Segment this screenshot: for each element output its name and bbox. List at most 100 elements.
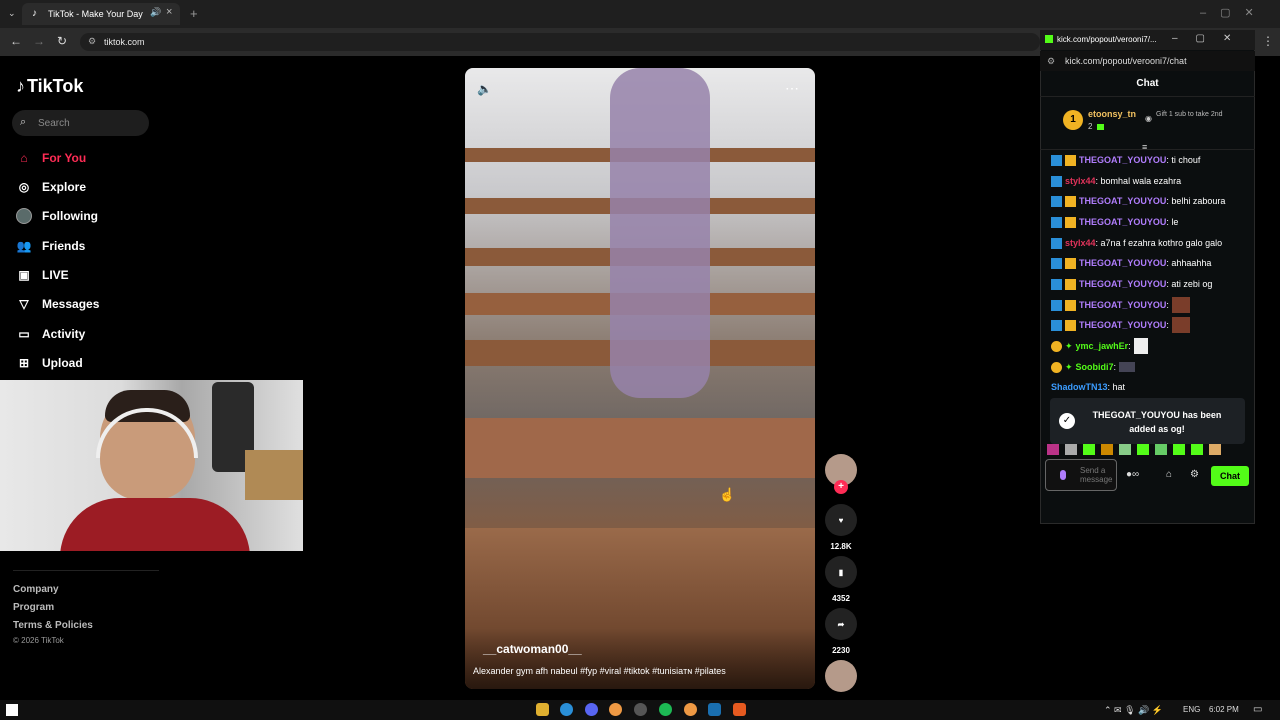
footer-company-link[interactable]: Company — [13, 584, 59, 595]
video-username[interactable]: __catwoman00__ — [483, 642, 582, 656]
store-icon[interactable]: ⌂ — [1166, 469, 1172, 480]
new-tab-button[interactable]: + — [190, 6, 198, 21]
chat-username[interactable]: ShadowTN13 — [1051, 382, 1108, 392]
nav-for-you[interactable]: ⌂ For You — [14, 147, 134, 169]
spotify-icon[interactable] — [659, 703, 672, 716]
emote-icon[interactable] — [1191, 444, 1203, 455]
windows-start-icon[interactable] — [6, 704, 18, 716]
follow-plus-icon[interactable]: + — [834, 480, 848, 494]
tab-list-chevron-icon[interactable]: ⌄ — [8, 8, 16, 19]
chat-username[interactable]: Soobidi7 — [1076, 362, 1114, 372]
emote-icon[interactable] — [1155, 444, 1167, 455]
obs-icon[interactable] — [634, 703, 647, 716]
crown-icon — [1065, 299, 1076, 311]
browser-menu-icon[interactable]: ⋮ — [1262, 34, 1274, 48]
emote-picker-icon[interactable]: ●∞ — [1126, 469, 1139, 480]
chrome-active-icon[interactable] — [684, 703, 697, 716]
share-icon[interactable]: ➦ — [825, 608, 857, 640]
app-icon[interactable] — [733, 703, 746, 716]
mic-icon[interactable] — [1060, 470, 1066, 480]
forward-button[interactable]: → — [33, 34, 45, 48]
webcam-overlay — [0, 380, 303, 551]
app-icon[interactable] — [708, 703, 721, 716]
reload-button[interactable]: ↻ — [57, 34, 67, 48]
tray-icons[interactable]: ⌃ ✉ 🎙 🔊 ⚡ — [1104, 705, 1163, 716]
edge-icon[interactable] — [560, 703, 573, 716]
video-sound-icon[interactable]: 🔈 — [477, 82, 492, 96]
address-bar[interactable]: ⚙ tiktok.com — [80, 33, 1040, 51]
nav-friends[interactable]: 👥 Friends — [14, 235, 134, 257]
chat-username[interactable]: THEGOAT_YOUYOU — [1079, 196, 1166, 206]
nav-explore[interactable]: ◎ Explore — [14, 176, 134, 198]
search-input[interactable]: ⌕ Search — [12, 110, 149, 136]
emote-icon[interactable] — [1065, 444, 1077, 455]
nav-following[interactable]: Following — [14, 205, 134, 227]
like-action[interactable]: ♥ 12.8K — [825, 504, 857, 551]
emote-icon — [1133, 338, 1148, 354]
sparkle-icon: ✦ — [1065, 361, 1073, 372]
chat-username[interactable]: stylx44 — [1065, 176, 1096, 186]
tab-audio-icon[interactable]: 🔊 — [150, 7, 161, 18]
emote-icon[interactable] — [1119, 444, 1131, 455]
chrome-icon[interactable] — [609, 703, 622, 716]
video-player[interactable]: 🔈 ⋯ __catwoman00__ Alexander gym afh nab… — [465, 68, 815, 689]
gift-sub-text[interactable]: Gift 1 sub to take 2nd — [1156, 111, 1226, 119]
emote-icon[interactable] — [1209, 444, 1221, 455]
music-disc[interactable] — [825, 660, 857, 692]
chat-message: ✦ ymc_jawhEr: — [1051, 336, 1148, 356]
chat-username[interactable]: THEGOAT_YOUYOU — [1079, 300, 1166, 310]
browser-tab[interactable]: ♪ TikTok - Make Your Day 🔊 × — [22, 3, 180, 25]
leaderboard-name[interactable]: etoonsy_tn — [1088, 109, 1136, 119]
chat-username[interactable]: THEGOAT_YOUYOU — [1079, 155, 1166, 165]
nav-upload[interactable]: ⊞ Upload — [14, 352, 134, 374]
window-controls[interactable]: –▢✕ — [1200, 6, 1268, 19]
tiktok-logo[interactable]: ♪ TikTok — [16, 76, 83, 97]
discord-icon[interactable] — [585, 703, 598, 716]
nav-label: For You — [42, 151, 87, 165]
nav-live[interactable]: ▣ LIVE — [14, 264, 134, 286]
file-explorer-icon[interactable] — [536, 703, 549, 716]
author-avatar[interactable]: + — [825, 454, 857, 494]
emote-strip[interactable] — [1047, 444, 1237, 456]
share-action[interactable]: ➦ 2230 — [825, 608, 857, 655]
emote-icon[interactable] — [1083, 444, 1095, 455]
chat-username[interactable]: THEGOAT_YOUYOU — [1079, 217, 1166, 227]
chat-username[interactable]: ymc_jawhEr — [1076, 341, 1129, 351]
live-icon: ▣ — [18, 268, 30, 282]
kick-window-title: kick.com/popout/verooni7/... — [1057, 35, 1157, 44]
kick-window-controls[interactable]: –▢✕ — [1172, 33, 1249, 44]
chat-message: THEGOAT_YOUYOU: ahhaahha — [1051, 253, 1211, 273]
back-button[interactable]: ← — [10, 34, 22, 48]
tab-close-icon[interactable]: × — [166, 6, 172, 18]
chat-username[interactable]: THEGOAT_YOUYOU — [1079, 279, 1166, 289]
nav-activity[interactable]: ▭ Activity — [14, 323, 134, 345]
chat-text: ti chouf — [1171, 155, 1201, 165]
bookmark-icon[interactable]: ▮ — [825, 556, 857, 588]
heart-icon[interactable]: ♥ — [825, 504, 857, 536]
emote-icon[interactable] — [1101, 444, 1113, 455]
emote-icon[interactable] — [1173, 444, 1185, 455]
chat-username[interactable]: THEGOAT_YOUYOU — [1079, 258, 1166, 268]
nav-messages[interactable]: ▽ Messages — [14, 293, 134, 315]
kick-url-settings-icon[interactable]: ⚙ — [1047, 56, 1055, 67]
chat-text: hat — [1112, 382, 1126, 392]
save-action[interactable]: ▮ 4352 — [825, 556, 857, 603]
video-more-icon[interactable]: ⋯ — [785, 80, 799, 97]
messages-icon: ▽ — [19, 297, 29, 311]
footer-program-link[interactable]: Program — [13, 602, 54, 613]
footer-terms-link[interactable]: Terms & Policies — [13, 620, 93, 631]
chat-input[interactable]: Send a message — [1045, 459, 1117, 491]
chat-username[interactable]: THEGOAT_YOUYOU — [1079, 320, 1166, 330]
notification-icon[interactable]: ▭ — [1253, 704, 1262, 715]
stair-step — [465, 418, 815, 478]
emote-icon[interactable] — [1137, 444, 1149, 455]
music-disc-icon[interactable] — [825, 660, 857, 692]
taskbar-time[interactable]: 6:02 PM — [1209, 705, 1239, 714]
chat-send-button[interactable]: Chat — [1211, 466, 1249, 486]
chat-username[interactable]: stylx44 — [1065, 238, 1096, 248]
badge-icon — [1051, 154, 1062, 166]
chat-settings-icon[interactable]: ⚙ — [1190, 469, 1199, 480]
taskbar-lang[interactable]: ENG — [1183, 705, 1200, 714]
emote-icon[interactable] — [1047, 444, 1059, 455]
site-info-icon[interactable]: ⚙ — [88, 36, 96, 47]
